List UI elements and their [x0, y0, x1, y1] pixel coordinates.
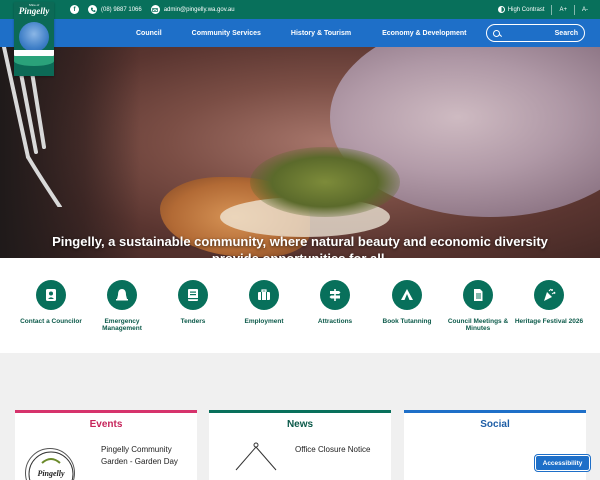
- news-item[interactable]: Office Closure Notice: [209, 440, 391, 480]
- quick-link-book-tutanning[interactable]: Book Tutanning: [371, 280, 443, 325]
- events-card: Events Pingelly Pingelly Community Garde…: [15, 410, 197, 480]
- nav-item-history-tourism[interactable]: History & Tourism: [291, 30, 351, 37]
- email-link[interactable]: admin@pingelly.wa.gov.au: [150, 5, 235, 14]
- quick-link-label: Tenders: [180, 318, 206, 325]
- nav-item-council[interactable]: Council: [136, 30, 162, 37]
- quick-link-label: Emergency Management: [102, 318, 142, 332]
- font-decrease-button[interactable]: A-: [582, 7, 588, 13]
- quick-link-label: Heritage Festival 2026: [514, 318, 584, 325]
- bell-icon: [107, 280, 137, 310]
- news-accent-bar: [209, 410, 391, 413]
- hero-banner: Pingelly, a sustainable community, where…: [0, 47, 600, 258]
- quick-link-label: Council Meetings & Minutes: [447, 318, 509, 332]
- high-contrast-label: High Contrast: [507, 6, 545, 13]
- events-heading: Events: [89, 419, 123, 430]
- quick-link-contact-councilor[interactable]: Contact a Councilor: [15, 280, 87, 325]
- contrast-icon: [497, 6, 505, 13]
- quick-link-label: Employment: [244, 318, 284, 325]
- closed-sign-icon: [235, 442, 277, 471]
- person-card-icon: [36, 280, 66, 310]
- main-navigation: Council Community Services History & Tou…: [0, 19, 600, 47]
- phone-link[interactable]: (08) 9887 1066: [88, 5, 142, 14]
- news-item-title: Office Closure Notice: [295, 445, 371, 454]
- news-card: News Office Closure Notice: [209, 410, 391, 480]
- quick-link-emergency-management[interactable]: Emergency Management: [86, 280, 158, 332]
- divider: [551, 4, 553, 15]
- news-heading: News: [286, 419, 314, 430]
- svg-text:Pingelly: Pingelly: [37, 469, 65, 478]
- nav-item-economy-development[interactable]: Economy & Development: [382, 30, 466, 37]
- hero-tagline: Pingelly, a sustainable community, where…: [52, 234, 548, 258]
- events-accent-bar: [15, 410, 197, 413]
- events-thumbnail: Pingelly: [25, 448, 75, 480]
- phone-icon: [88, 5, 97, 14]
- divider: [574, 4, 575, 15]
- quick-link-label: Book Tutanning: [382, 318, 432, 325]
- quick-link-employment[interactable]: Employment: [228, 280, 300, 325]
- social-accent-bar: [404, 410, 586, 413]
- quick-link-attractions[interactable]: Attractions: [299, 280, 371, 325]
- content-section: Events Pingelly Pingelly Community Garde…: [0, 353, 600, 480]
- party-popper-icon: [534, 280, 564, 310]
- facebook-link[interactable]: f: [70, 5, 79, 14]
- tent-icon: [392, 280, 422, 310]
- book-icon: [178, 280, 208, 310]
- search-button[interactable]: Search: [486, 24, 585, 42]
- document-icon: [463, 280, 493, 310]
- search-label: Search: [554, 29, 578, 37]
- high-contrast-toggle[interactable]: High Contrast: [497, 6, 545, 13]
- contact-links: f (08) 9887 1066 admin@pingelly.wa.gov.a…: [70, 0, 235, 19]
- signpost-icon: [320, 280, 350, 310]
- quick-link-tenders[interactable]: Tenders: [157, 280, 229, 325]
- quick-link-label: Contact a Councilor: [20, 318, 82, 325]
- site-logo[interactable]: Shire of Pingelly: [14, 2, 54, 76]
- hero-food-greens: [250, 147, 400, 217]
- nav-links: Council Community Services History & Tou…: [136, 19, 467, 47]
- search-icon: [493, 29, 500, 37]
- email-icon: [150, 5, 160, 14]
- accessibility-tools: High Contrast A+ A-: [497, 0, 588, 19]
- events-item[interactable]: Pingelly Pingelly Community Garden - Gar…: [15, 440, 197, 480]
- logo-wave: [14, 56, 54, 66]
- social-heading: Social: [480, 419, 510, 430]
- accessibility-button[interactable]: Accessibility: [534, 454, 591, 472]
- quick-link-council-meetings[interactable]: Council Meetings & Minutes: [442, 280, 514, 332]
- nav-item-community-services[interactable]: Community Services: [192, 30, 261, 37]
- facebook-icon: f: [70, 5, 79, 14]
- quick-link-label: Attractions: [317, 318, 353, 325]
- utility-bar: f (08) 9887 1066 admin@pingelly.wa.gov.a…: [0, 0, 600, 19]
- quick-link-heritage-festival[interactable]: Heritage Festival 2026: [513, 280, 585, 325]
- logo-wordmark: Pingelly: [18, 6, 50, 16]
- email-address: admin@pingelly.wa.gov.au: [163, 6, 235, 13]
- font-increase-button[interactable]: A+: [559, 7, 567, 13]
- briefcase-icon: [249, 280, 279, 310]
- events-item-title: Pingelly Community Garden - Garden Day: [101, 445, 178, 466]
- quick-links: Contact a Councilor Emergency Management…: [0, 258, 600, 353]
- phone-number: (08) 9887 1066: [101, 6, 142, 13]
- logo-emblem-icon: [19, 22, 49, 52]
